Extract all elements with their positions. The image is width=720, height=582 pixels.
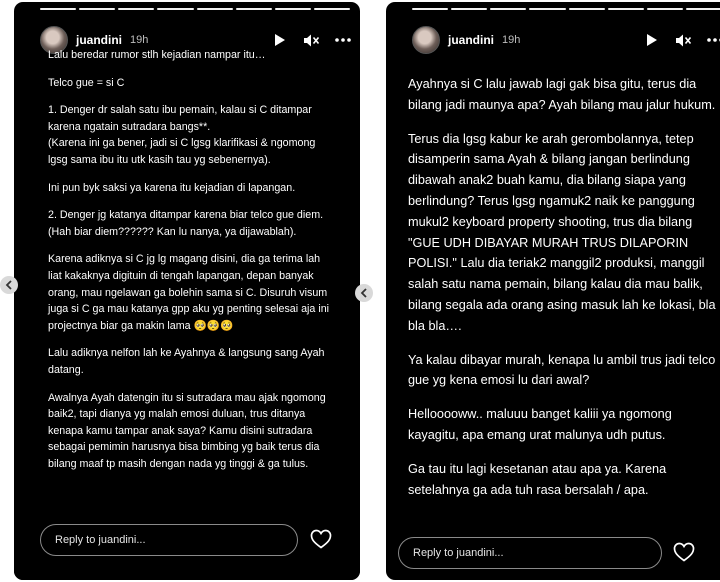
story-paragraph: Ga tau itu lagi kesetanan atau apa ya. K… (408, 461, 667, 497)
heart-icon[interactable] (310, 529, 332, 549)
reply-placeholder: Reply to juandini... (413, 547, 504, 559)
reply-input[interactable]: Reply to juandini... (398, 537, 662, 569)
mute-icon[interactable] (674, 31, 692, 49)
story-paragraph: Awalnya Ayah datengin itu si sutradara m… (48, 391, 326, 470)
story-panel-left[interactable]: juandini 19h Lalu beredar rumor stlh kej… (14, 2, 360, 580)
story-paragraph: Ya kalau dibayar murah, kenapa lu ambil … (408, 352, 716, 388)
story-paragraph: Terus dia lgsg kabur ke arah gerombolann… (408, 131, 716, 333)
heart-icon[interactable] (673, 542, 695, 562)
chevron-left-icon (5, 280, 13, 290)
story-paragraph: Ayahnya si C lalu jawab lagi gak bisa gi… (408, 77, 716, 112)
story-paragraph: 2. Denger jg katanya ditampar karena bia… (48, 209, 324, 238)
avatar[interactable] (412, 26, 440, 54)
story-time: 19h (502, 34, 521, 46)
reply-placeholder: Reply to juandini... (55, 534, 146, 546)
story-paragraph: Karena adiknya si C jg lg magang disini,… (48, 253, 330, 332)
story-paragraph: Telco gue = si C (48, 76, 125, 89)
story-text: Ayahnya si C lalu jawab lagi gak bisa gi… (408, 74, 716, 513)
chevron-left-icon (360, 288, 368, 298)
more-icon[interactable] (706, 31, 720, 49)
story-paragraph: 1. Denger dr salah satu ibu pemain, kala… (48, 104, 316, 166)
previous-story-button[interactable] (0, 276, 18, 294)
story-text: Lalu beredar rumor stlh kejadian nampar … (48, 47, 334, 483)
username[interactable]: juandini (76, 33, 122, 47)
story-progress-bar (412, 8, 720, 10)
story-panel-right[interactable]: juandini 19h Ayahnya si C lalu jawab lag… (386, 2, 720, 580)
play-icon[interactable] (642, 31, 660, 49)
story-paragraph: Lalu adiknya nelfon lah ke Ayahnya & lan… (48, 347, 325, 376)
story-progress-bar (40, 8, 350, 10)
story-paragraph: Hellooooww.. maluuu banget kaliii ya ngo… (408, 407, 672, 442)
reply-input[interactable]: Reply to juandini... (40, 524, 298, 556)
story-paragraph: Lalu beredar rumor stlh kejadian nampar … (48, 49, 266, 61)
story-time: 19h (130, 34, 149, 46)
story-header: juandini 19h (412, 26, 720, 54)
username[interactable]: juandini (448, 33, 494, 47)
story-paragraph: Ini pun byk saksi ya karena itu kejadian… (48, 181, 296, 194)
more-icon[interactable] (334, 31, 352, 49)
previous-story-button[interactable] (355, 284, 373, 302)
